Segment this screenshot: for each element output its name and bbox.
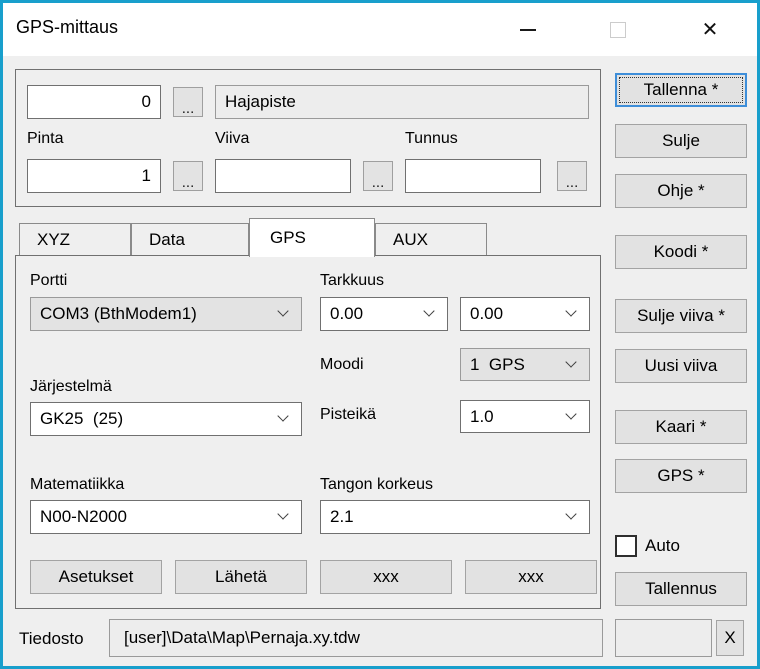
jarjestelma-label: Järjestelmä — [30, 378, 112, 396]
kaari-button[interactable]: Kaari * — [615, 410, 747, 444]
tallenna-button[interactable]: Tallenna * — [615, 73, 747, 107]
tunnus-label: Tunnus — [405, 130, 458, 148]
minimize-button[interactable] — [497, 3, 559, 56]
tab-gps[interactable]: GPS — [249, 218, 375, 257]
pisteika-label: Pisteikä — [320, 406, 376, 424]
chevron-down-icon — [277, 410, 288, 421]
pinta-input[interactable]: 1 — [27, 159, 161, 193]
tarkkuus-select-2[interactable]: 0.00 — [460, 297, 590, 331]
maximize-icon — [610, 22, 626, 38]
sulje-button[interactable]: Sulje — [615, 124, 747, 158]
xxx-button-2[interactable]: xxx — [465, 560, 597, 594]
tallennus-button[interactable]: Tallennus — [615, 572, 747, 606]
viiva-browse-button[interactable]: ... — [363, 161, 393, 191]
tab-aux[interactable]: AUX — [375, 223, 487, 256]
maximize-button — [587, 3, 649, 56]
viiva-label: Viiva — [215, 130, 249, 148]
window-title: GPS-mittaus — [16, 17, 118, 38]
auto-label: Auto — [645, 536, 680, 556]
uusi-viiva-button[interactable]: Uusi viiva — [615, 349, 747, 383]
asetukset-button[interactable]: Asetukset — [30, 560, 162, 594]
matematiikka-label: Matematiikka — [30, 476, 124, 494]
xxx-button-1[interactable]: xxx — [320, 560, 452, 594]
chevron-down-icon — [277, 305, 288, 316]
close-icon: ✕ — [702, 20, 719, 40]
tab-data[interactable]: Data — [131, 223, 249, 256]
point-type-field: Hajapiste — [215, 85, 589, 119]
point-number-input[interactable]: 0 — [27, 85, 161, 119]
tunnus-browse-button[interactable]: ... — [557, 161, 587, 191]
tarkkuus-select-1[interactable]: 0.00 — [320, 297, 448, 331]
sulje-viiva-button[interactable]: Sulje viiva * — [615, 299, 747, 333]
moodi-label: Moodi — [320, 356, 364, 374]
tarkkuus-label: Tarkkuus — [320, 272, 384, 290]
gps-tab-pane: Portti COM3 (BthModem1) Tarkkuus 0.00 0.… — [15, 255, 601, 609]
chevron-down-icon — [565, 508, 576, 519]
portti-select[interactable]: COM3 (BthModem1) — [30, 297, 302, 331]
tunnus-input[interactable] — [405, 159, 541, 193]
koodi-button[interactable]: Koodi * — [615, 235, 747, 269]
minimize-icon — [520, 29, 536, 31]
ohje-button[interactable]: Ohje * — [615, 174, 747, 208]
tangon-korkeus-select[interactable]: 2.1 — [320, 500, 590, 534]
titlebar: GPS-mittaus ✕ — [3, 3, 757, 56]
gps-button[interactable]: GPS * — [615, 459, 747, 493]
tab-xyz[interactable]: XYZ — [19, 223, 131, 256]
tangon-korkeus-label: Tangon korkeus — [320, 476, 433, 494]
chevron-down-icon — [565, 408, 576, 419]
file-path-field: [user]\Data\Map\Pernaja.xy.tdw — [109, 619, 603, 657]
pisteika-select[interactable]: 1.0 — [460, 400, 590, 433]
point-number-browse-button[interactable]: ... — [173, 87, 203, 117]
auto-checkbox[interactable] — [615, 535, 637, 557]
tiedosto-label: Tiedosto — [19, 629, 84, 649]
jarjestelma-select[interactable]: GK25 (25) — [30, 402, 302, 436]
laheta-button[interactable]: Lähetä — [175, 560, 307, 594]
chevron-down-icon — [277, 508, 288, 519]
close-button[interactable]: ✕ — [679, 3, 741, 56]
chevron-down-icon — [565, 356, 576, 367]
x-button[interactable]: X — [716, 620, 744, 656]
portti-label: Portti — [30, 272, 67, 290]
chevron-down-icon — [423, 305, 434, 316]
aux-empty-field — [615, 619, 712, 657]
pinta-browse-button[interactable]: ... — [173, 161, 203, 191]
viiva-input[interactable] — [215, 159, 351, 193]
moodi-select[interactable]: 1 GPS — [460, 348, 590, 381]
gps-mittaus-dialog: GPS-mittaus ✕ 0 ... Hajapiste Pinta Viiv… — [0, 0, 760, 669]
pinta-label: Pinta — [27, 130, 63, 148]
chevron-down-icon — [565, 305, 576, 316]
matematiikka-select[interactable]: N00-N2000 — [30, 500, 302, 534]
